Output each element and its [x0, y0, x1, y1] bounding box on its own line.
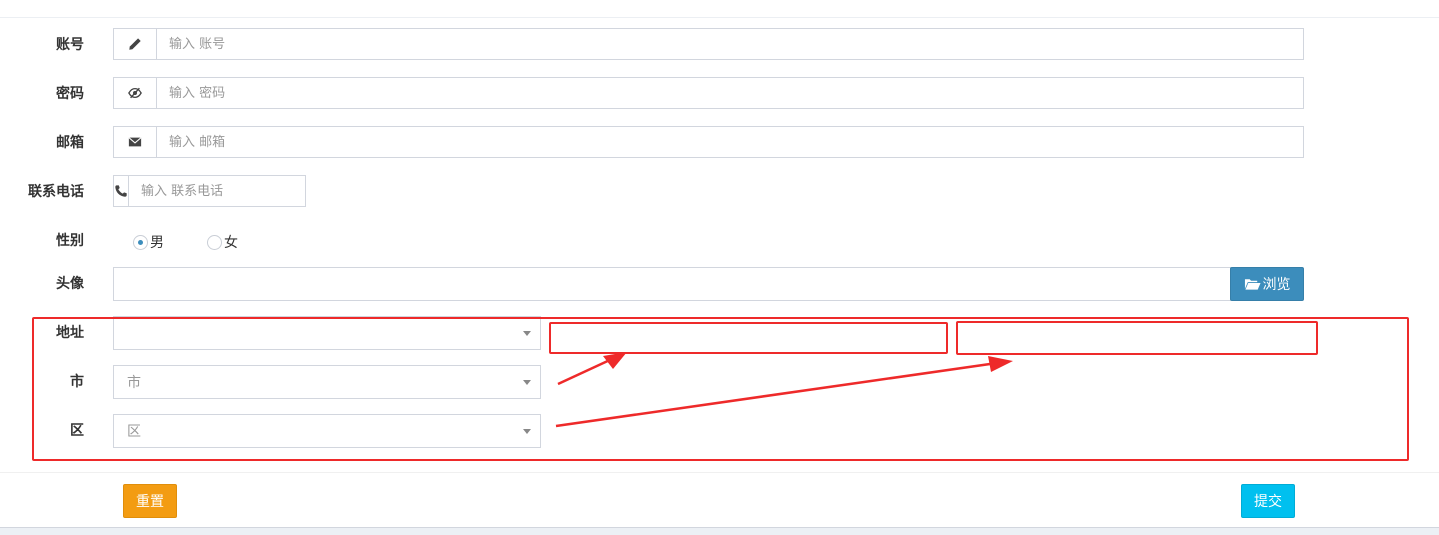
- annotation-arrows: [555, 352, 1013, 428]
- reset-button[interactable]: 重置: [123, 484, 177, 518]
- submit-button[interactable]: 提交: [1241, 484, 1295, 518]
- annotation-arrowhead-2: [988, 356, 1013, 372]
- annotation-arrow-line-1: [557, 357, 613, 386]
- annotation-arrowhead-1: [603, 352, 627, 369]
- bottom-bar: [0, 527, 1439, 535]
- annotation-arrow-line-2: [555, 362, 991, 428]
- footer-divider: [0, 472, 1439, 473]
